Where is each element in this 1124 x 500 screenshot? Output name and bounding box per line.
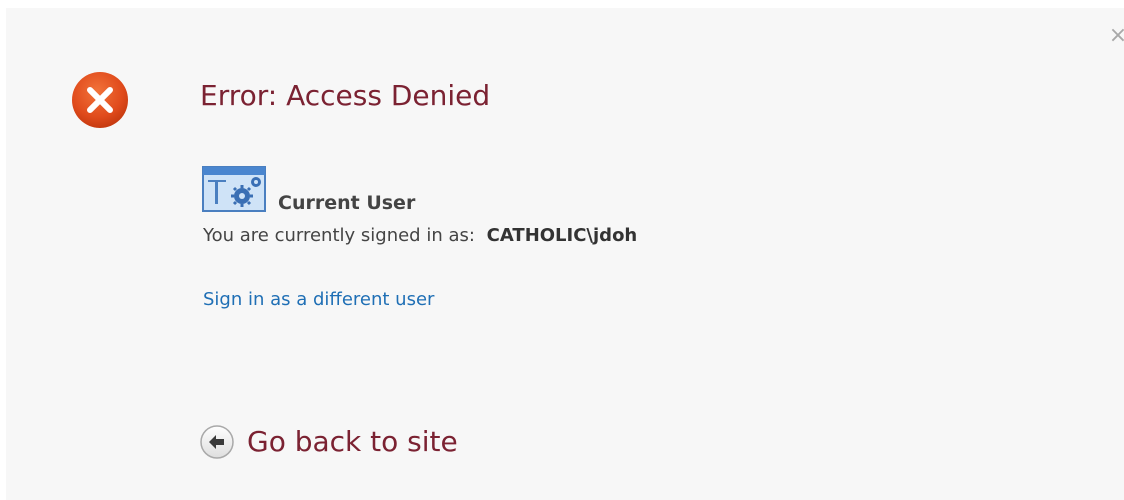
current-user-heading: Current User xyxy=(278,192,416,214)
go-back-label: Go back to site xyxy=(247,425,458,458)
access-denied-dialog: × Error: Access Denied Current User You … xyxy=(6,8,1124,500)
close-icon[interactable]: × xyxy=(1108,25,1124,47)
go-back-link[interactable]: Go back to site xyxy=(199,422,458,462)
signed-in-line: You are currently signed in as: CATHOLIC… xyxy=(203,224,637,248)
username: CATHOLIC\jdoh xyxy=(486,225,638,246)
user-settings-icon xyxy=(202,166,266,212)
sign-in-different-user-link[interactable]: Sign in as a different user xyxy=(203,288,434,312)
page-title: Error: Access Denied xyxy=(200,79,491,112)
back-arrow-icon xyxy=(200,425,234,459)
error-icon xyxy=(72,72,128,128)
signed-in-label: You are currently signed in as: xyxy=(203,225,475,246)
